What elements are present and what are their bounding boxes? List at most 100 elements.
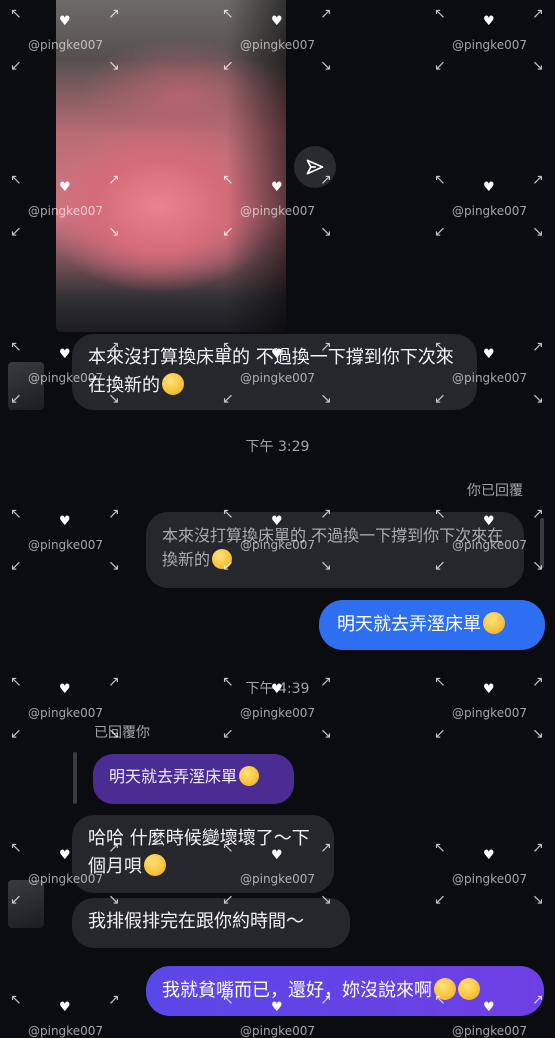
watermark-corner-icon: ↗ <box>108 506 120 522</box>
watermark-text: @pingke007 <box>240 1024 315 1038</box>
watermark-heart: ♥ <box>271 347 283 362</box>
watermark-corner-icon: ↘ <box>108 224 120 240</box>
watermark-corner-icon: ↙ <box>434 892 446 908</box>
watermark-corner-icon: ↗ <box>108 339 120 355</box>
watermark-corner-icon: ↙ <box>222 892 234 908</box>
watermark-corner-icon: ↙ <box>434 726 446 742</box>
watermark-corner-icon: ↗ <box>532 6 544 22</box>
watermark-text: @pingke007 <box>452 38 527 52</box>
watermark-heart: ♥ <box>59 848 71 863</box>
watermark-corner-icon: ↗ <box>532 992 544 1008</box>
watermark-corner-icon: ↖ <box>10 506 22 522</box>
watermark-heart: ♥ <box>59 682 71 697</box>
watermark-corner-icon: ↗ <box>320 172 332 188</box>
rolling-laughing-emoji-icon <box>483 612 505 634</box>
watermark-corner-icon: ↖ <box>222 172 234 188</box>
watermark-corner-icon: ↖ <box>434 506 446 522</box>
watermark-corner-icon: ↘ <box>320 558 332 574</box>
watermark-corner-icon: ↖ <box>222 840 234 856</box>
watermark-corner-icon: ↖ <box>10 6 22 22</box>
watermark-corner-icon: ↙ <box>10 391 22 407</box>
watermark-corner-icon: ↗ <box>320 674 332 690</box>
watermark-corner-icon: ↖ <box>222 506 234 522</box>
watermark-heart: ♥ <box>483 347 495 362</box>
watermark-corner-icon: ↘ <box>108 892 120 908</box>
watermark-text: @pingke007 <box>452 872 527 886</box>
watermark-heart: ♥ <box>483 682 495 697</box>
message-text: 我就貧嘴而已，還好，妳沒說來啊 <box>162 980 432 1001</box>
watermark-corner-icon: ↖ <box>10 339 22 355</box>
watermark-corner-icon: ↙ <box>10 224 22 240</box>
watermark-corner-icon: ↖ <box>10 840 22 856</box>
watermark-corner-icon: ↗ <box>108 172 120 188</box>
watermark-corner-icon: ↖ <box>434 6 446 22</box>
watermark-corner-icon: ↖ <box>434 172 446 188</box>
watermark-corner-icon: ↘ <box>108 391 120 407</box>
watermark-text: @pingke007 <box>240 872 315 886</box>
watermark-corner-icon: ↗ <box>320 6 332 22</box>
watermark-corner-icon: ↙ <box>222 224 234 240</box>
watermark-corner-icon: ↖ <box>434 339 446 355</box>
watermark-heart: ♥ <box>271 848 283 863</box>
watermark-corner-icon: ↖ <box>10 172 22 188</box>
watermark-heart: ♥ <box>59 347 71 362</box>
watermark-text: @pingke007 <box>240 371 315 385</box>
watermark-corner-icon: ↘ <box>532 58 544 74</box>
watermark-text: @pingke007 <box>452 1024 527 1038</box>
watermark-corner-icon: ↙ <box>10 58 22 74</box>
watermark-corner-icon: ↗ <box>532 339 544 355</box>
watermark-text: @pingke007 <box>28 538 103 552</box>
reply-indicator <box>73 752 77 804</box>
watermark-text: @pingke007 <box>452 538 527 552</box>
watermark-corner-icon: ↗ <box>108 6 120 22</box>
watermark-text: @pingke007 <box>452 371 527 385</box>
watermark-corner-icon: ↙ <box>10 726 22 742</box>
watermark-corner-icon: ↙ <box>434 558 446 574</box>
watermark-corner-icon: ↘ <box>532 726 544 742</box>
watermark-corner-icon: ↘ <box>532 892 544 908</box>
outgoing-message-bubble[interactable]: 明天就去弄溼床單 <box>319 600 545 650</box>
watermark-corner-icon: ↗ <box>532 840 544 856</box>
watermark-corner-icon: ↗ <box>108 992 120 1008</box>
watermark-corner-icon: ↖ <box>434 992 446 1008</box>
watermark-text: @pingke007 <box>452 706 527 720</box>
watermark-heart: ♥ <box>483 180 495 195</box>
watermark-corner-icon: ↖ <box>222 6 234 22</box>
shushing-face-emoji-icon <box>162 373 184 395</box>
watermark-heart: ♥ <box>271 514 283 529</box>
rolling-laughing-emoji-icon <box>458 978 480 1000</box>
watermark-corner-icon: ↗ <box>532 172 544 188</box>
watermark-text: @pingke007 <box>28 872 103 886</box>
watermark-heart: ♥ <box>59 14 71 29</box>
watermark-heart: ♥ <box>271 682 283 697</box>
timestamp: 下午 3:29 <box>245 439 310 455</box>
watermark-heart: ♥ <box>59 180 71 195</box>
watermark-corner-icon: ↘ <box>320 892 332 908</box>
watermark-text: @pingke007 <box>240 38 315 52</box>
watermark-corner-icon: ↙ <box>222 58 234 74</box>
watermark-corner-icon: ↘ <box>108 726 120 742</box>
watermark-corner-icon: ↙ <box>10 892 22 908</box>
watermark-corner-icon: ↖ <box>10 674 22 690</box>
watermark-corner-icon: ↖ <box>222 992 234 1008</box>
watermark-corner-icon: ↘ <box>320 726 332 742</box>
watermark-text: @pingke007 <box>28 706 103 720</box>
shushing-face-emoji-icon <box>144 854 166 876</box>
watermark-corner-icon: ↘ <box>320 58 332 74</box>
watermark-corner-icon: ↗ <box>532 674 544 690</box>
watermark-corner-icon: ↘ <box>320 391 332 407</box>
watermark-heart: ♥ <box>483 514 495 529</box>
watermark-text: @pingke007 <box>28 1024 103 1038</box>
watermark-heart: ♥ <box>271 1000 283 1015</box>
quoted-reply-bubble[interactable]: 明天就去弄溼床單 <box>93 754 294 804</box>
watermark-text: @pingke007 <box>28 38 103 52</box>
reply-status: 你已回覆 <box>467 483 523 499</box>
watermark-heart: ♥ <box>483 848 495 863</box>
watermark-heart: ♥ <box>483 14 495 29</box>
watermark-corner-icon: ↗ <box>320 840 332 856</box>
watermark-corner-icon: ↙ <box>222 558 234 574</box>
watermark-corner-icon: ↗ <box>532 506 544 522</box>
watermark-corner-icon: ↖ <box>434 674 446 690</box>
watermark-heart: ♥ <box>271 180 283 195</box>
watermark-corner-icon: ↖ <box>10 992 22 1008</box>
